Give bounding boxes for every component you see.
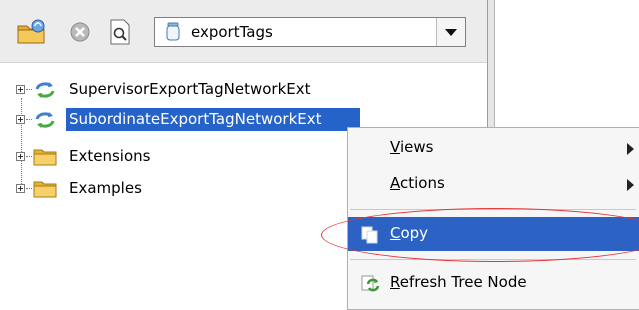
tree-node[interactable]: Examples xyxy=(0,177,300,201)
tree-node-selected[interactable]: SubordinateExportTagNetworkExt xyxy=(0,108,380,132)
submenu-arrow-icon xyxy=(627,179,634,191)
sync-arrows-icon xyxy=(33,80,57,100)
menu-item-label: Actions xyxy=(390,174,445,192)
menu-item-copy[interactable]: Copy xyxy=(348,217,639,251)
submenu-arrow-icon xyxy=(627,143,634,155)
expand-icon[interactable] xyxy=(16,152,25,161)
menu-item-actions[interactable]: Actions xyxy=(348,168,639,200)
menu-item-label: Copy xyxy=(390,224,429,242)
stop-icon[interactable] xyxy=(68,20,92,44)
expand-icon[interactable] xyxy=(16,184,25,193)
tree-node[interactable]: Extensions xyxy=(0,145,300,169)
dropdown-arrow-icon[interactable] xyxy=(436,18,465,46)
tree-connector xyxy=(26,156,32,157)
search-doc-icon[interactable] xyxy=(108,18,132,46)
sync-arrows-icon xyxy=(33,110,57,130)
menu-separator xyxy=(350,209,636,210)
context-menu: Views Actions Copy Refresh Tree Node xyxy=(347,127,639,310)
folder-icon xyxy=(33,147,57,167)
toolbar: exportTags xyxy=(0,0,487,63)
folder-icon xyxy=(33,179,57,199)
tree-node-label: SubordinateExportTagNetworkExt xyxy=(69,110,322,128)
tree-node[interactable]: SupervisorExportTagNetworkExt xyxy=(0,78,380,102)
tree-node-label: Extensions xyxy=(69,147,151,165)
menu-separator xyxy=(350,259,636,260)
tree-node-label: Examples xyxy=(69,179,142,197)
combo-value: exportTags xyxy=(191,23,273,41)
menu-item-views[interactable]: Views xyxy=(348,132,639,164)
menu-item-label: Refresh Tree Node xyxy=(390,273,527,291)
folder-sync-icon[interactable] xyxy=(16,17,48,47)
space-selector-combo[interactable]: exportTags xyxy=(154,17,466,47)
tree-node-label: SupervisorExportTagNetworkExt xyxy=(69,80,311,98)
copy-icon xyxy=(360,225,380,245)
tree-connector xyxy=(26,89,32,90)
expand-icon[interactable] xyxy=(16,115,25,124)
expand-icon[interactable] xyxy=(16,85,25,94)
menu-item-label: Views xyxy=(390,138,434,156)
tree-connector xyxy=(26,119,32,120)
refresh-icon xyxy=(360,274,380,294)
tree-connector xyxy=(26,188,32,189)
menu-item-refresh-tree-node[interactable]: Refresh Tree Node xyxy=(348,266,639,300)
jar-icon xyxy=(165,22,181,42)
